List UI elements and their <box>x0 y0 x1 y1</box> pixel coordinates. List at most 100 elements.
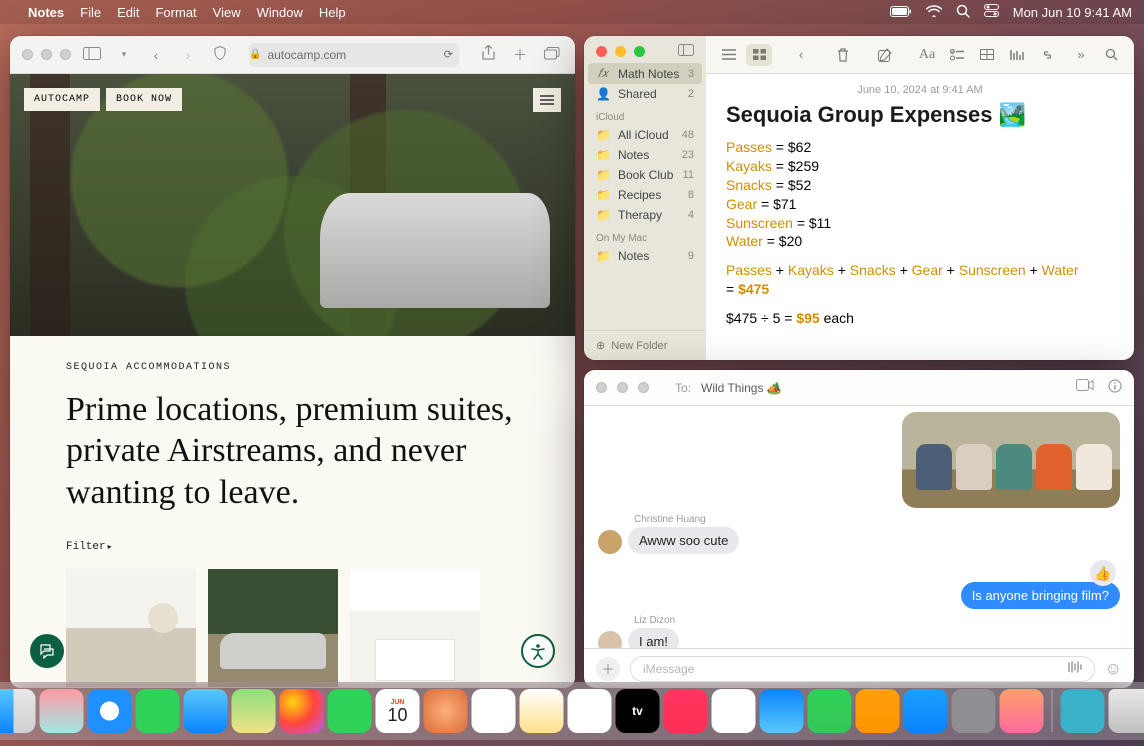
menu-format[interactable]: Format <box>155 5 196 20</box>
search-icon[interactable] <box>1098 44 1124 66</box>
dock-app-safari[interactable] <box>88 689 132 733</box>
chat-button[interactable] <box>30 634 64 668</box>
back-icon[interactable]: ‹ <box>145 47 167 63</box>
dock-app-contacts[interactable] <box>424 689 468 733</box>
dock-app-iphone-mirroring[interactable] <box>1000 689 1044 733</box>
note-body[interactable]: June 10, 2024 at 9:41 AM Sequoia Group E… <box>706 74 1134 360</box>
trash-icon[interactable] <box>830 44 856 66</box>
dock-app-calendar[interactable]: JUN10 <box>376 689 420 733</box>
emoji-icon[interactable]: ☺ <box>1105 659 1122 679</box>
sidebar-toggle-icon[interactable] <box>678 44 694 59</box>
more-icon[interactable]: » <box>1068 44 1094 66</box>
conversation-name[interactable]: Wild Things 🏕️ <box>701 381 782 395</box>
avatar[interactable] <box>598 631 622 648</box>
info-icon[interactable] <box>1108 379 1122 396</box>
menu-window[interactable]: Window <box>257 5 303 20</box>
dock-app-reminders[interactable] <box>472 689 516 733</box>
table-icon[interactable] <box>974 44 1000 66</box>
menu-help[interactable]: Help <box>319 5 346 20</box>
checklist-icon[interactable] <box>944 44 970 66</box>
control-center-icon[interactable] <box>984 4 999 20</box>
filter-button[interactable]: Filter <box>66 541 519 553</box>
tapback[interactable]: 👍 <box>1090 560 1116 586</box>
message-bubble-sent[interactable]: Is anyone bringing film? <box>961 582 1120 609</box>
menubar-app[interactable]: Notes <box>28 5 64 20</box>
messages-thread[interactable]: Christine Huang Awww soo cute 👍 Is anyon… <box>584 406 1134 648</box>
menu-edit[interactable]: Edit <box>117 5 139 20</box>
wifi-icon[interactable] <box>926 5 942 20</box>
sidebar-toggle-icon[interactable] <box>81 47 103 63</box>
dock-downloads[interactable] <box>1061 689 1105 733</box>
message-input[interactable]: iMessage <box>630 656 1095 682</box>
grid-view-icon[interactable] <box>746 44 772 66</box>
book-now-button[interactable]: BOOK NOW <box>106 88 182 111</box>
sidebar-item[interactable]: 📁 Notes 23 <box>584 145 706 165</box>
sidebar-item[interactable]: 📁 Notes 9 <box>584 246 706 266</box>
menu-file[interactable]: File <box>80 5 101 20</box>
sidebar-item[interactable]: 👤 Shared 2 <box>584 84 706 104</box>
sidebar-item[interactable]: 𝑓𝑥 Math Notes 3 <box>588 63 702 84</box>
dock-app-freeform[interactable] <box>568 689 612 733</box>
dock-app-settings[interactable] <box>952 689 996 733</box>
window-minimize[interactable] <box>41 49 52 60</box>
compose-icon[interactable] <box>872 44 898 66</box>
sidebar-item[interactable]: 📁 Recipes 8 <box>584 185 706 205</box>
accommodation-card[interactable] <box>350 569 480 687</box>
dock-app-maps[interactable] <box>232 689 276 733</box>
link-icon[interactable] <box>1034 44 1060 66</box>
dock-app-numbers[interactable] <box>808 689 852 733</box>
new-tab-icon[interactable]: ＋ <box>509 45 531 65</box>
window-minimize[interactable] <box>615 46 626 57</box>
font-icon[interactable]: Aa <box>914 44 940 66</box>
list-view-icon[interactable] <box>716 44 742 66</box>
sidebar-item[interactable]: 📁 Therapy 4 <box>584 205 706 225</box>
dock-app-photos[interactable] <box>280 689 324 733</box>
accessibility-button[interactable] <box>521 634 555 668</box>
dock-app-messages[interactable] <box>136 689 180 733</box>
dock-app-music[interactable] <box>664 689 708 733</box>
window-close[interactable] <box>596 382 607 393</box>
dock-app-launchpad[interactable] <box>40 689 84 733</box>
url-bar[interactable]: 🔒 autocamp.com ⟳ <box>249 43 459 67</box>
window-zoom[interactable] <box>60 49 71 60</box>
share-icon[interactable] <box>477 45 499 64</box>
dock-app-pages[interactable] <box>856 689 900 733</box>
menubar-clock[interactable]: Mon Jun 10 9:41 AM <box>1013 5 1132 20</box>
sidebar-item[interactable]: 📁 All iCloud 48 <box>584 125 706 145</box>
window-close[interactable] <box>22 49 33 60</box>
sidebar-item[interactable]: 📁 Book Club 11 <box>584 165 706 185</box>
back-icon[interactable]: ‹ <box>788 44 814 66</box>
window-zoom[interactable] <box>634 46 645 57</box>
dock-app-mail[interactable] <box>184 689 228 733</box>
dock-app-notes[interactable] <box>520 689 564 733</box>
spotlight-icon[interactable] <box>956 4 970 21</box>
dock-app-keynote[interactable] <box>760 689 804 733</box>
facetime-icon[interactable] <box>1076 379 1094 396</box>
dock-app-finder[interactable] <box>0 689 36 733</box>
site-menu-button[interactable] <box>533 88 561 112</box>
forward-icon[interactable]: › <box>177 47 199 63</box>
tabs-icon[interactable] <box>541 47 563 63</box>
dock-app-facetime[interactable] <box>328 689 372 733</box>
shield-icon[interactable] <box>209 46 231 63</box>
dock-app-tv[interactable]: tv <box>616 689 660 733</box>
dock-app-news[interactable] <box>712 689 756 733</box>
accommodation-card[interactable] <box>66 569 196 687</box>
apps-button[interactable]: ＋ <box>596 657 620 681</box>
new-folder-button[interactable]: ⊕ New Folder <box>584 330 706 360</box>
dock-trash[interactable] <box>1109 689 1144 733</box>
window-close[interactable] <box>596 46 607 57</box>
window-zoom[interactable] <box>638 382 649 393</box>
image-attachment[interactable] <box>902 412 1120 508</box>
battery-icon[interactable] <box>890 5 912 20</box>
message-bubble[interactable]: Awww soo cute <box>628 527 739 554</box>
audio-icon[interactable] <box>1068 661 1082 676</box>
menu-view[interactable]: View <box>213 5 241 20</box>
accommodation-card[interactable] <box>208 569 338 687</box>
media-icon[interactable] <box>1004 44 1030 66</box>
site-logo[interactable]: AUTOCAMP <box>24 88 100 111</box>
window-minimize[interactable] <box>617 382 628 393</box>
dock-app-appstore[interactable] <box>904 689 948 733</box>
chevron-down-icon[interactable]: ▾ <box>113 49 135 60</box>
avatar[interactable] <box>598 530 622 554</box>
